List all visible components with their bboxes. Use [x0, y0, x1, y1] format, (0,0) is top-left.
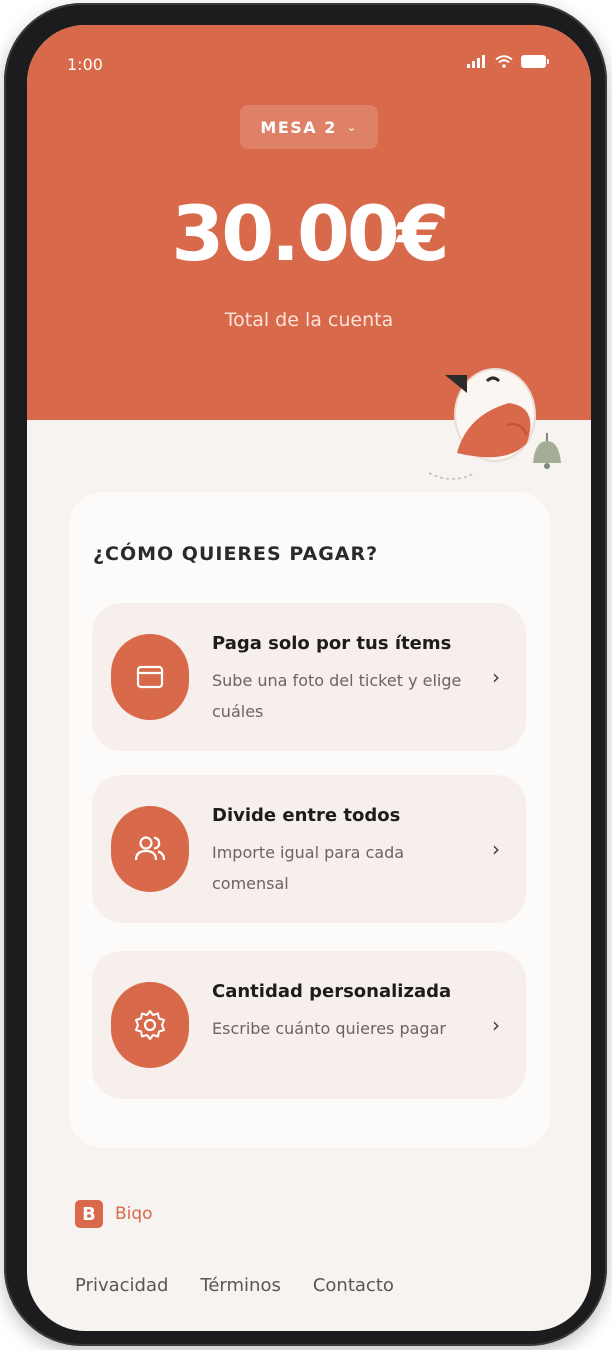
total-amount-label: Total de la cuenta [224, 309, 394, 331]
option-icon-circle [111, 982, 189, 1068]
option-icon-circle [111, 806, 189, 892]
option-description: Escribe cuánto quieres pagar [212, 1019, 446, 1038]
chevron-right-icon: › [492, 665, 500, 689]
footer-links: Privacidad Términos Contacto [75, 1275, 394, 1296]
status-time: 1:00 [67, 55, 103, 74]
chevron-right-icon: › [492, 837, 500, 861]
option-title: Divide entre todos [212, 805, 401, 826]
contact-link[interactable]: Contacto [313, 1275, 394, 1296]
terms-link[interactable]: Términos [200, 1275, 280, 1296]
option-description: Sube una foto del ticket y elige cuáles [212, 671, 462, 721]
phone-frame: 1:00 MESA 2 ⌄ 30.00€ Total de la cuenta … [4, 3, 607, 1346]
privacy-link[interactable]: Privacidad [75, 1275, 168, 1296]
app-screen: 1:00 MESA 2 ⌄ 30.00€ Total de la cuenta … [27, 25, 591, 1331]
option-title: Paga solo por tus ítems [212, 633, 452, 654]
brand-name: Biqo [115, 1204, 153, 1224]
payment-options-card: ¿CÓMO QUIERES PAGAR? Paga solo por tus í… [69, 492, 551, 1148]
battery-icon [521, 55, 549, 68]
option-icon-circle [111, 634, 189, 720]
option-custom-amount[interactable]: Cantidad personalizada Escribe cuánto qu… [92, 951, 526, 1099]
bird-mascot-icon [428, 368, 561, 480]
receipt-icon [136, 665, 164, 689]
cellular-icon [467, 55, 485, 68]
chevron-right-icon: › [492, 1013, 500, 1037]
status-icons [467, 55, 549, 68]
option-pay-items[interactable]: Paga solo por tus ítems Sube una foto de… [92, 603, 526, 751]
table-selector-label: MESA 2 [260, 117, 337, 137]
total-amount: 30.00€ [171, 189, 449, 278]
wifi-icon [495, 55, 513, 68]
option-description: Importe igual para cada comensal [212, 843, 405, 893]
brand: B Biqo [75, 1200, 153, 1228]
chevron-down-icon: ⌄ [346, 120, 358, 134]
gear-icon [135, 1010, 165, 1040]
option-title: Cantidad personalizada [212, 981, 452, 1002]
card-title: ¿CÓMO QUIERES PAGAR? [93, 543, 379, 565]
users-icon [134, 836, 166, 861]
brand-logo: B [75, 1200, 103, 1228]
table-selector[interactable]: MESA 2 ⌄ [240, 105, 378, 149]
option-split-equally[interactable]: Divide entre todos Importe igual para ca… [92, 775, 526, 923]
